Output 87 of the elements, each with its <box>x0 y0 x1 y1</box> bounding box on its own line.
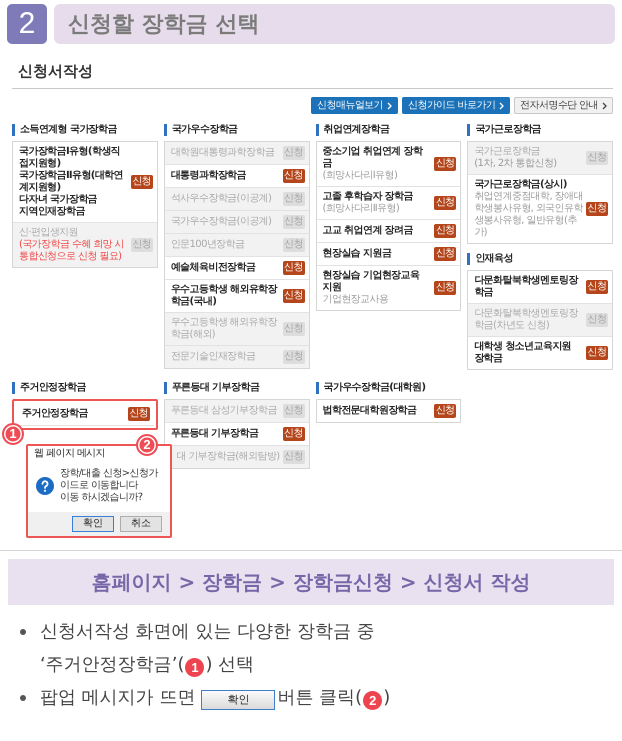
instruction-text: ‘주거안정장학금’( <box>40 654 184 675</box>
scholarship-subtitle: (희망사다리Ⅱ유형) <box>322 203 400 215</box>
apply-button[interactable]: 신청 <box>586 280 608 294</box>
section-heading: 주거안정장학금 <box>12 382 158 394</box>
scholarship-name: 중소기업 취업연계 장학금 <box>322 146 424 170</box>
section-heading: 소득연계형 국가장학금 <box>12 124 158 136</box>
instruction-text: 버튼 클릭( <box>277 687 362 708</box>
scholarship-name: 대학생 청소년교육지원 장학금 <box>474 341 572 365</box>
dialog-message: 이동 하시겠습니까? <box>60 492 144 504</box>
apply-button[interactable]: 신청 <box>434 404 456 418</box>
scholarship-subtitle: 기업현장교사용 <box>322 294 390 306</box>
scholarship-name: 법학전문대학원장학금 <box>322 405 418 417</box>
apply-button[interactable]: 신청 <box>128 407 150 421</box>
section-heading: 국가근로장학금 <box>467 124 613 136</box>
guide-link-button[interactable]: 신청가이드 바로가기 <box>402 97 510 114</box>
apply-button[interactable]: 신청 <box>434 224 456 238</box>
dialog-message: 장학/대출 신청>신청가이드로 이동합니다 <box>60 468 160 492</box>
scholarship-name: 현장실습 기업현장교육 지원 <box>322 270 420 294</box>
apply-button[interactable]: 신청 <box>282 427 304 441</box>
scholarship-subtitle: 취업연계중점대학, 장애대학생봉사유형, 외국인유학생봉사유형, 일반유형(추가) <box>474 191 583 239</box>
apply-button[interactable]: 신청 <box>586 202 608 216</box>
apply-button[interactable]: 신청 <box>282 169 304 183</box>
number-badge: 1 <box>185 658 204 677</box>
ok-button[interactable]: 확인 <box>201 690 276 710</box>
scholarship-name: 대통령과학장학금 <box>170 170 247 182</box>
scholarship-name: 국가우수장학금(이공계) <box>170 216 272 228</box>
scholarship-name: 다문화탈북학생멘토링장학금 <box>474 275 580 299</box>
chevron-icon <box>602 102 607 110</box>
bullet-icon <box>20 629 26 635</box>
instruction-text: ) 선택 <box>205 654 254 675</box>
scholarship-name: 인문100년장학금 <box>170 239 246 251</box>
form-title: 신청서작성 <box>12 62 613 89</box>
chevron-icon <box>499 102 504 110</box>
instruction-text: ) <box>383 687 390 708</box>
scholarship-name: 대학원대통령과학장학금 <box>170 147 276 159</box>
step-badge: 2 <box>7 4 47 44</box>
instruction-text: 팝업 메시지가 뜨면 <box>40 687 196 708</box>
scholarship-name: 신·편입생지원 <box>19 227 79 239</box>
scholarship-name: 우수고등학생 해외유학장학금(국내) <box>170 284 278 308</box>
number-badge: 2 <box>363 691 382 710</box>
apply-button[interactable]: 신청 <box>282 261 304 275</box>
scholarship-name: 푸른등대 삼성기부장학금 <box>170 405 278 417</box>
apply-button[interactable]: 신청 <box>282 289 304 303</box>
section-heading: 푸른등대 기부장학금 <box>164 382 310 394</box>
scholarship-name: 현장실습 지원금 <box>322 248 392 260</box>
bullet-icon <box>20 695 26 701</box>
apply-button[interactable]: 신청 <box>434 157 456 171</box>
apply-button[interactable]: 신청 <box>434 247 456 261</box>
scholarship-name: 고교 취업연계 장려금 <box>322 225 414 237</box>
scholarship-name: 대 기부장학금(해외탐방) <box>175 451 280 463</box>
section-heading: 국가우수장학금 <box>164 124 310 136</box>
scholarship-name: 다자녀 국가장학금 <box>19 194 98 206</box>
scholarship-name: 지역인재장학금 <box>19 206 86 218</box>
scholarship-name: 국가장학금Ⅱ유형(대학연계지원형) <box>19 170 124 194</box>
scholarship-name: 전문기술인재장학금 <box>170 351 256 363</box>
callout-number: 1 <box>2 423 24 445</box>
scholarship-name: 푸른등대 기부장학금 <box>170 428 260 440</box>
apply-button[interactable]: 신청 <box>586 346 608 360</box>
notice-text: (국가장학금 수혜 희망 시 통합신청으로 신청 필요) <box>19 239 126 263</box>
instruction-text: 신청서작성 화면에 있는 다양한 장학금 중 <box>40 621 375 642</box>
dialog-button[interactable]: 확인 <box>72 516 114 532</box>
breadcrumb-path: 홈페이지 > 장학금 > 장학금신청 > 신청서 작성 <box>91 568 530 596</box>
dialog-title: 웹 페이지 메시지 <box>33 447 106 461</box>
apply-button[interactable]: 신청 <box>130 175 153 189</box>
callout-number: 2 <box>136 434 158 456</box>
section-heading: 국가우수장학금(대학원) <box>316 382 462 394</box>
scholarship-subtitle: (1차, 2차 통합신청) <box>474 158 558 170</box>
apply-button[interactable]: 신청 <box>434 196 456 210</box>
scholarship-name: 국가근로장학금 <box>474 146 542 158</box>
dialog-button[interactable]: 취소 <box>120 516 162 532</box>
step-title: 신청할 장학금 선택 <box>68 11 260 39</box>
scholarship-name: 석사우수장학금(이공계) <box>170 193 272 205</box>
guide-link-button[interactable]: 신청매뉴얼보기 <box>311 97 398 114</box>
question-icon <box>36 477 54 495</box>
scholarship-name: 고졸 후학습자 장학금 <box>322 191 414 203</box>
scholarship-subtitle: (희망사다리Ⅰ유형) <box>322 170 398 182</box>
scholarship-name: 예술체육비전장학금 <box>170 262 256 274</box>
scholarship-name: 다문화탈북학생멘토링장학금(차년도 신청) <box>474 308 580 332</box>
section-heading: 취업연계장학금 <box>316 124 462 136</box>
apply-button[interactable]: 신청 <box>434 281 456 295</box>
scholarship-name: 국가장학금Ⅰ유형(학생직접지원형) <box>19 146 122 170</box>
section-heading: 인재육성 <box>467 253 613 265</box>
scholarship-name: 주거안정장학금 <box>22 408 89 420</box>
scholarship-name: 우수고등학생 해외유학장학금(해외) <box>170 317 278 341</box>
guide-link-button[interactable]: 전자서명수단 안내 <box>514 97 613 114</box>
scholarship-name: 국가근로장학금(상시) <box>474 179 568 191</box>
chevron-icon <box>387 102 392 110</box>
